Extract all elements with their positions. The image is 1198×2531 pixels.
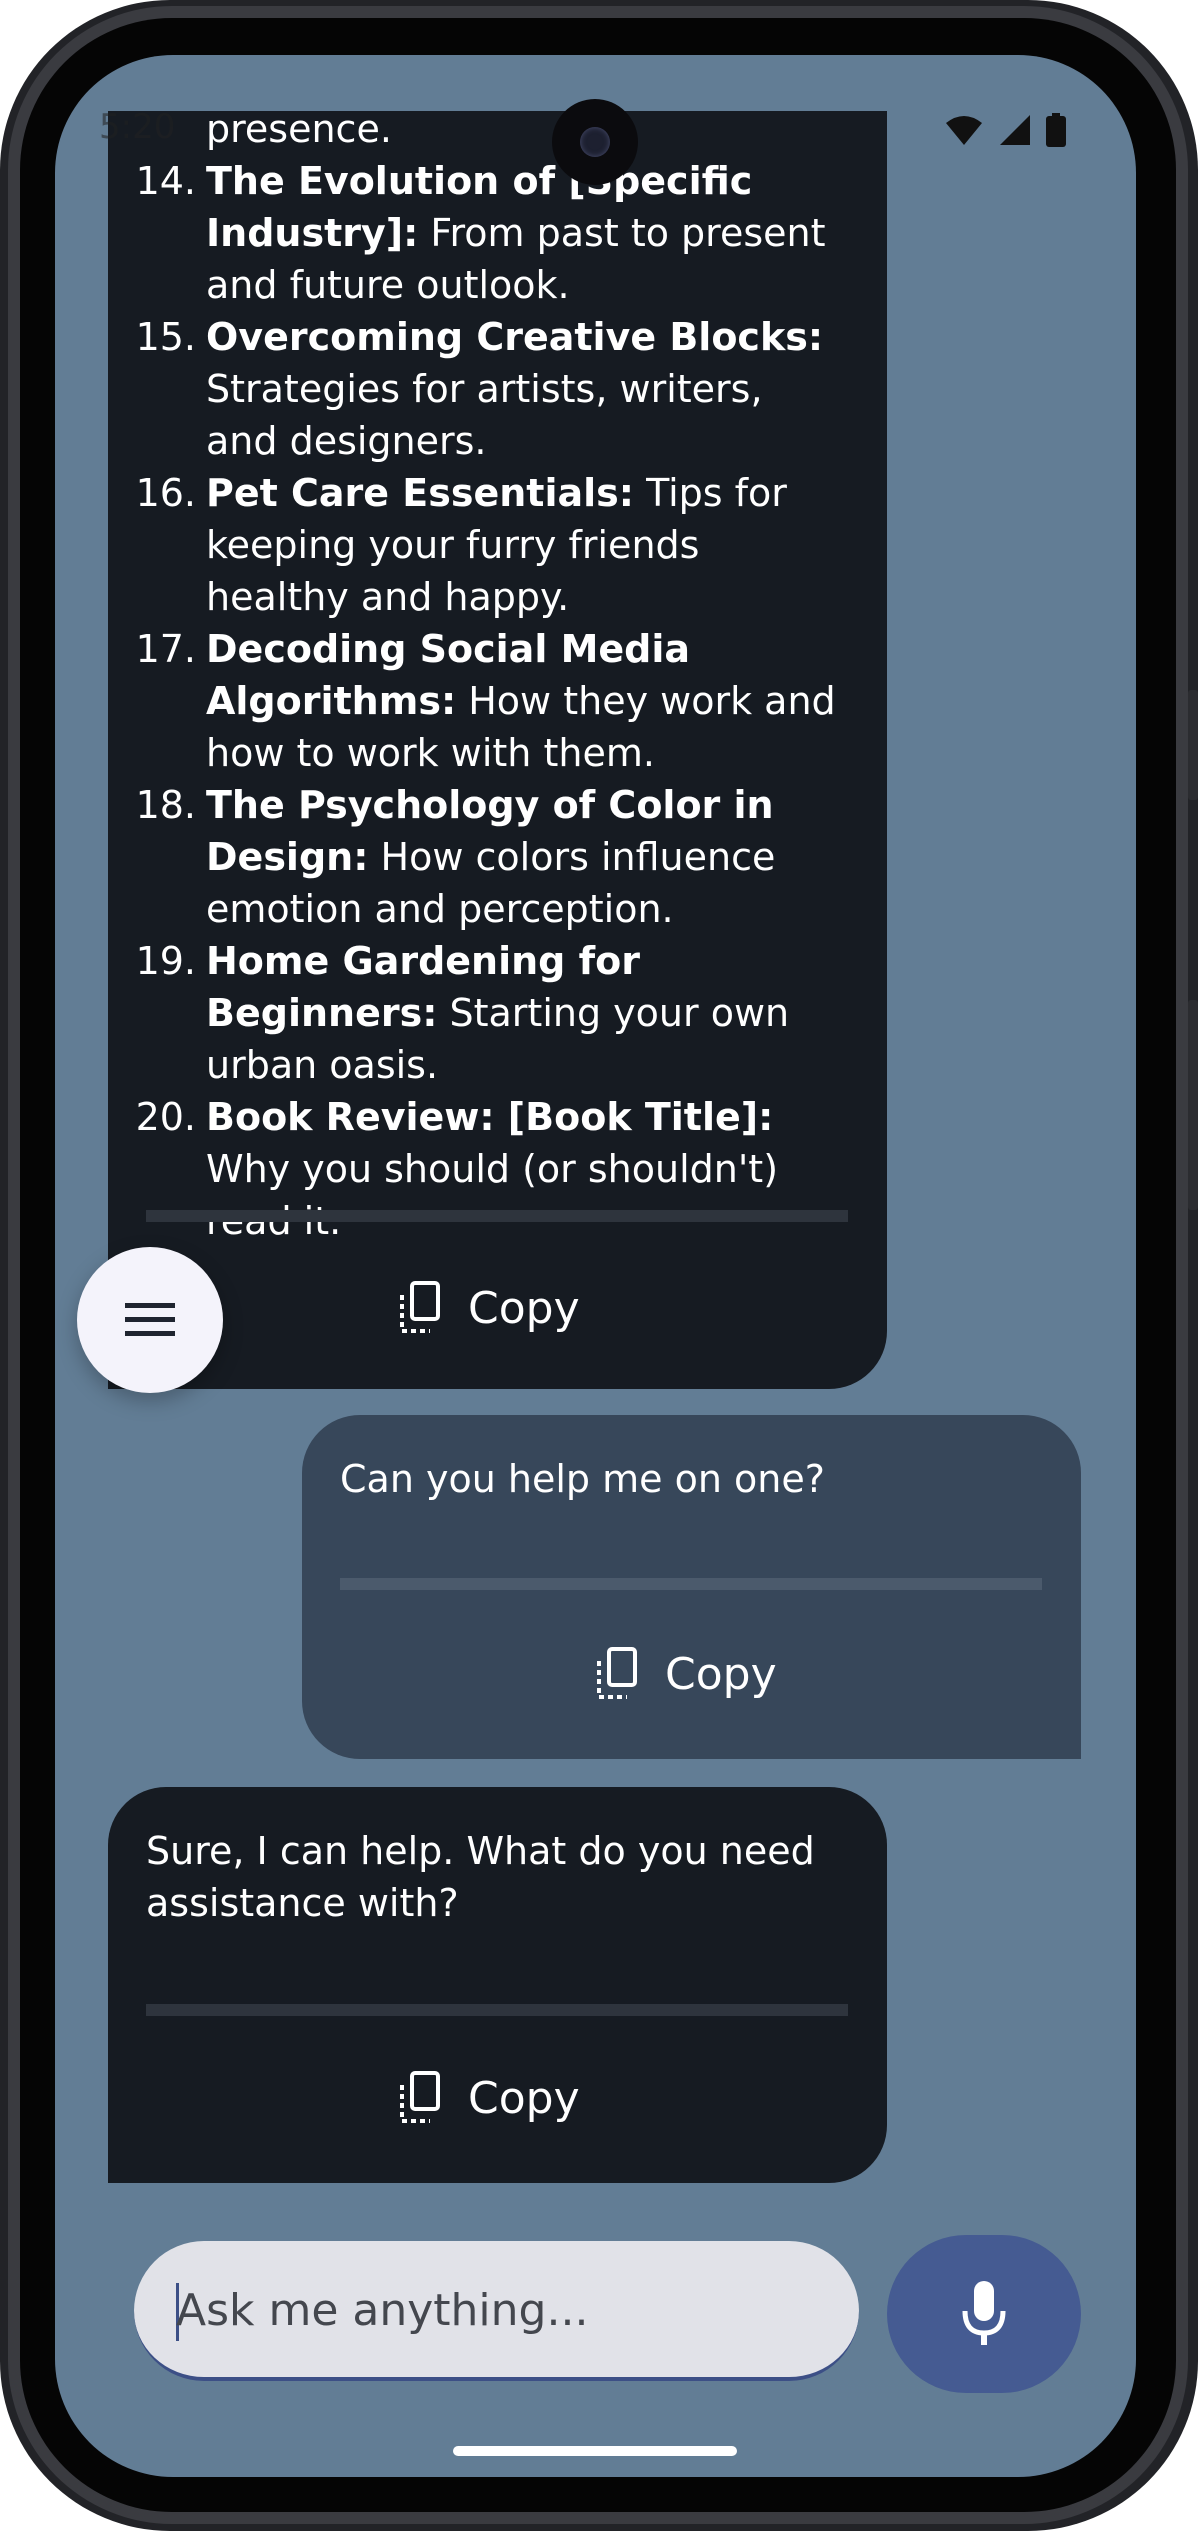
list-item-number: 18. (135, 783, 196, 827)
front-camera (552, 99, 638, 185)
list-item: 20. Book Review: [Book Title]: Why you sh… (108, 1091, 848, 1247)
list-item-number: 20. (135, 1095, 196, 1139)
copy-icon (400, 2071, 440, 2123)
status-icons (944, 113, 1066, 147)
copy-label: Copy (468, 1282, 580, 1334)
volume-button (1188, 690, 1198, 800)
list-item-title: Book Review: [Book Title]: (206, 1095, 774, 1139)
list-item-number: 15. (135, 315, 196, 359)
screen: 5:20 presence. 14. The Evolution of [Spec… (55, 55, 1136, 2477)
menu-button[interactable] (77, 1247, 223, 1393)
wifi-icon (946, 116, 982, 145)
list-item-number: 19. (135, 939, 196, 983)
list-item-description: Why you should (or shouldn't) read it. (206, 1147, 779, 1243)
copy-button[interactable]: Copy (398, 2071, 580, 2125)
list-item: 18. The Psychology of Color in Design: Ho… (108, 779, 848, 935)
copy-icon (597, 1647, 637, 1699)
copy-button[interactable]: Copy (398, 1281, 580, 1335)
copy-label: Copy (468, 2072, 580, 2124)
bot-message-bubble: presence. 14. The Evolution of [Specific … (108, 107, 887, 1389)
bot-message-bubble: Sure, I can help. What do you need assis… (108, 1787, 887, 2183)
list-item: 17. Decoding Social Media Algorithms: How… (108, 623, 848, 779)
phone-frame: 5:20 presence. 14. The Evolution of [Spec… (0, 0, 1198, 2531)
copy-button[interactable]: Copy (595, 1647, 777, 1701)
user-message-text: Can you help me on one? (340, 1457, 825, 1501)
list-item: 15. Overcoming Creative Blocks: Strategie… (108, 311, 848, 467)
menu-icon (125, 1303, 175, 1336)
home-indicator[interactable] (453, 2446, 737, 2456)
copy-icon (400, 1281, 440, 1333)
list-item-title: Pet Care Essentials: (206, 471, 634, 515)
power-button (1188, 1000, 1198, 1210)
list-item-number: 16. (135, 471, 196, 515)
list-item: 14. The Evolution of [Specific Industry]:… (108, 155, 848, 311)
message-divider (340, 1578, 1042, 1590)
mic-button[interactable] (887, 2235, 1081, 2393)
signal-icon (1000, 115, 1030, 145)
message-divider (146, 2004, 848, 2016)
battery-icon (1046, 113, 1066, 147)
list-item-description: Strategies for artists, writers, and des… (206, 367, 763, 463)
list-item-number: 14. (135, 159, 196, 203)
mic-icon (962, 2281, 1006, 2345)
list-item-partial: presence. (206, 107, 392, 151)
user-message-bubble: Can you help me on one? Copy (302, 1415, 1081, 1759)
list-item: 16. Pet Care Essentials: Tips for keeping… (108, 467, 848, 623)
status-time: 5:20 (99, 107, 176, 147)
message-input[interactable]: Ask me anything... (134, 2241, 859, 2381)
copy-label: Copy (665, 1648, 777, 1700)
bot-message-text: Sure, I can help. What do you need assis… (146, 1829, 815, 1925)
list-item-number: 17. (135, 627, 196, 671)
topic-list: 14. The Evolution of [Specific Industry]:… (108, 155, 848, 1247)
list-item-title: Overcoming Creative Blocks: (206, 315, 824, 359)
input-placeholder: Ask me anything... (176, 2285, 589, 2336)
list-item: 19. Home Gardening for Beginners: Startin… (108, 935, 848, 1091)
message-divider (146, 1210, 848, 1222)
